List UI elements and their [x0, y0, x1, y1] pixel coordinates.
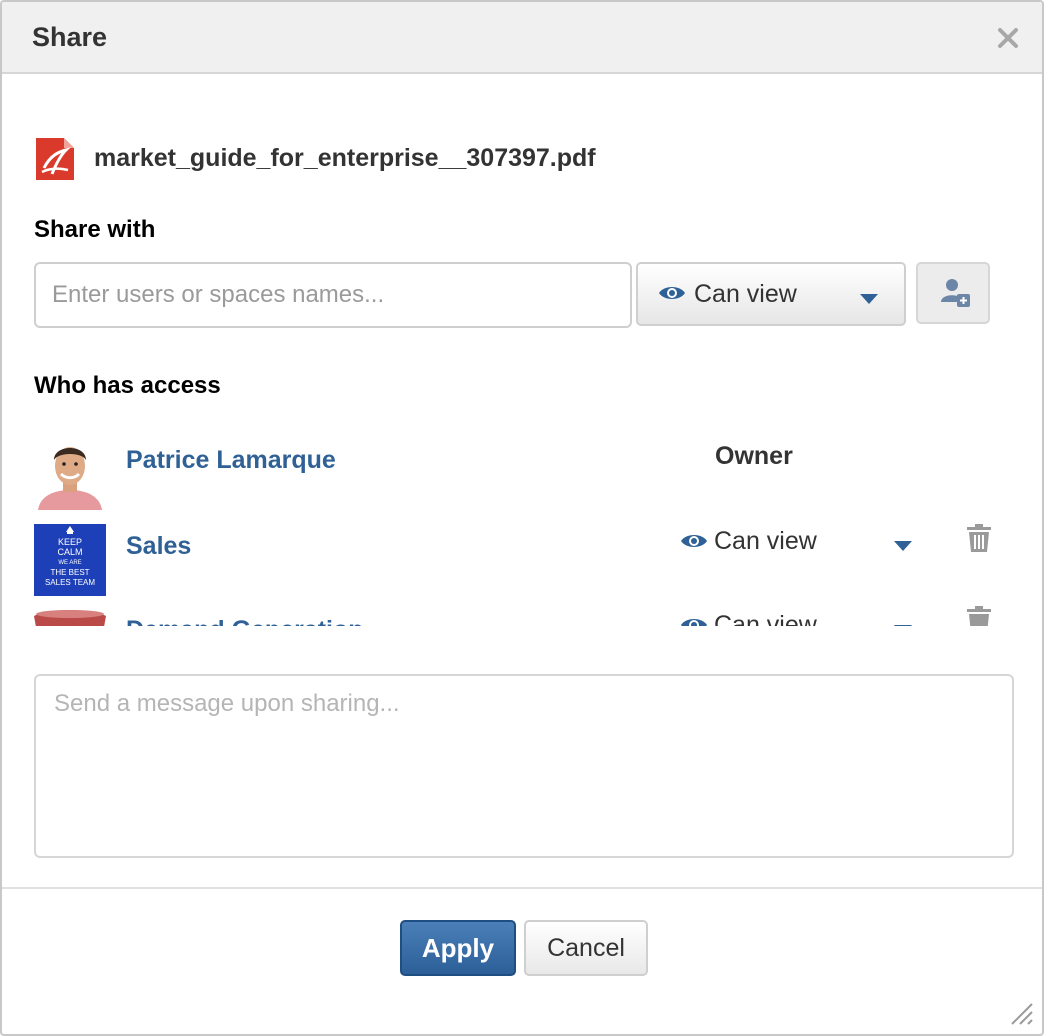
share-with-label: Share with — [34, 216, 156, 243]
owner-role-label: Owner — [715, 442, 793, 470]
member-permission-dropdown[interactable]: Can view — [678, 608, 918, 626]
dialog-header: Share — [2, 2, 1042, 74]
permission-label: Can view — [714, 611, 817, 626]
poster-text: CALM — [57, 547, 82, 557]
share-message-textarea[interactable] — [34, 674, 1014, 858]
member-name-link[interactable]: Patrice Lamarque — [126, 446, 336, 475]
trash-icon[interactable] — [966, 606, 992, 626]
avatar: KEEP CALM WE ARE THE BEST SALES TEAM — [34, 524, 106, 596]
eye-icon — [680, 532, 708, 555]
permission-label: Can view — [714, 527, 817, 555]
caret-down-icon — [894, 538, 912, 556]
resize-handle-icon[interactable] — [1006, 998, 1034, 1026]
caret-down-icon — [860, 291, 878, 309]
avatar — [34, 610, 106, 626]
avatar — [34, 438, 106, 510]
share-search-input[interactable] — [34, 262, 632, 328]
add-user-button[interactable] — [916, 262, 990, 324]
dialog-title: Share — [32, 22, 108, 52]
pdf-file-icon — [36, 138, 74, 180]
permission-dropdown[interactable]: Can view — [636, 262, 906, 326]
member-name-link[interactable]: Sales — [126, 532, 191, 561]
poster-text: SALES TEAM — [45, 578, 95, 587]
file-name: market_guide_for_enterprise__307397.pdf — [94, 144, 596, 172]
add-user-icon — [941, 279, 970, 307]
member-name-link[interactable]: Demand Generation — [126, 616, 364, 626]
access-list[interactable]: Patrice Lamarque Owner KEEP CALM WE ARE … — [2, 422, 1042, 626]
share-dialog: Share market_guide_for_enterprise__30739… — [0, 0, 1044, 1036]
member-permission-dropdown[interactable]: Can view — [678, 524, 918, 564]
cancel-button[interactable]: Cancel — [524, 920, 648, 976]
eye-icon — [658, 284, 686, 307]
list-item: Patrice Lamarque Owner — [2, 438, 1042, 524]
poster-text: WE ARE — [58, 560, 81, 566]
list-item: Demand Generation Can view — [2, 606, 1042, 626]
apply-button[interactable]: Apply — [400, 920, 516, 976]
footer-divider — [2, 887, 1042, 889]
permission-label: Can view — [694, 280, 797, 308]
poster-text: KEEP — [58, 537, 82, 547]
poster-text: THE BEST — [50, 568, 89, 577]
close-icon[interactable] — [996, 26, 1020, 50]
list-item: KEEP CALM WE ARE THE BEST SALES TEAM Sal… — [2, 524, 1042, 610]
eye-icon — [680, 616, 708, 626]
caret-down-icon — [894, 622, 912, 626]
who-has-access-label: Who has access — [34, 372, 221, 399]
trash-icon[interactable] — [966, 524, 992, 552]
